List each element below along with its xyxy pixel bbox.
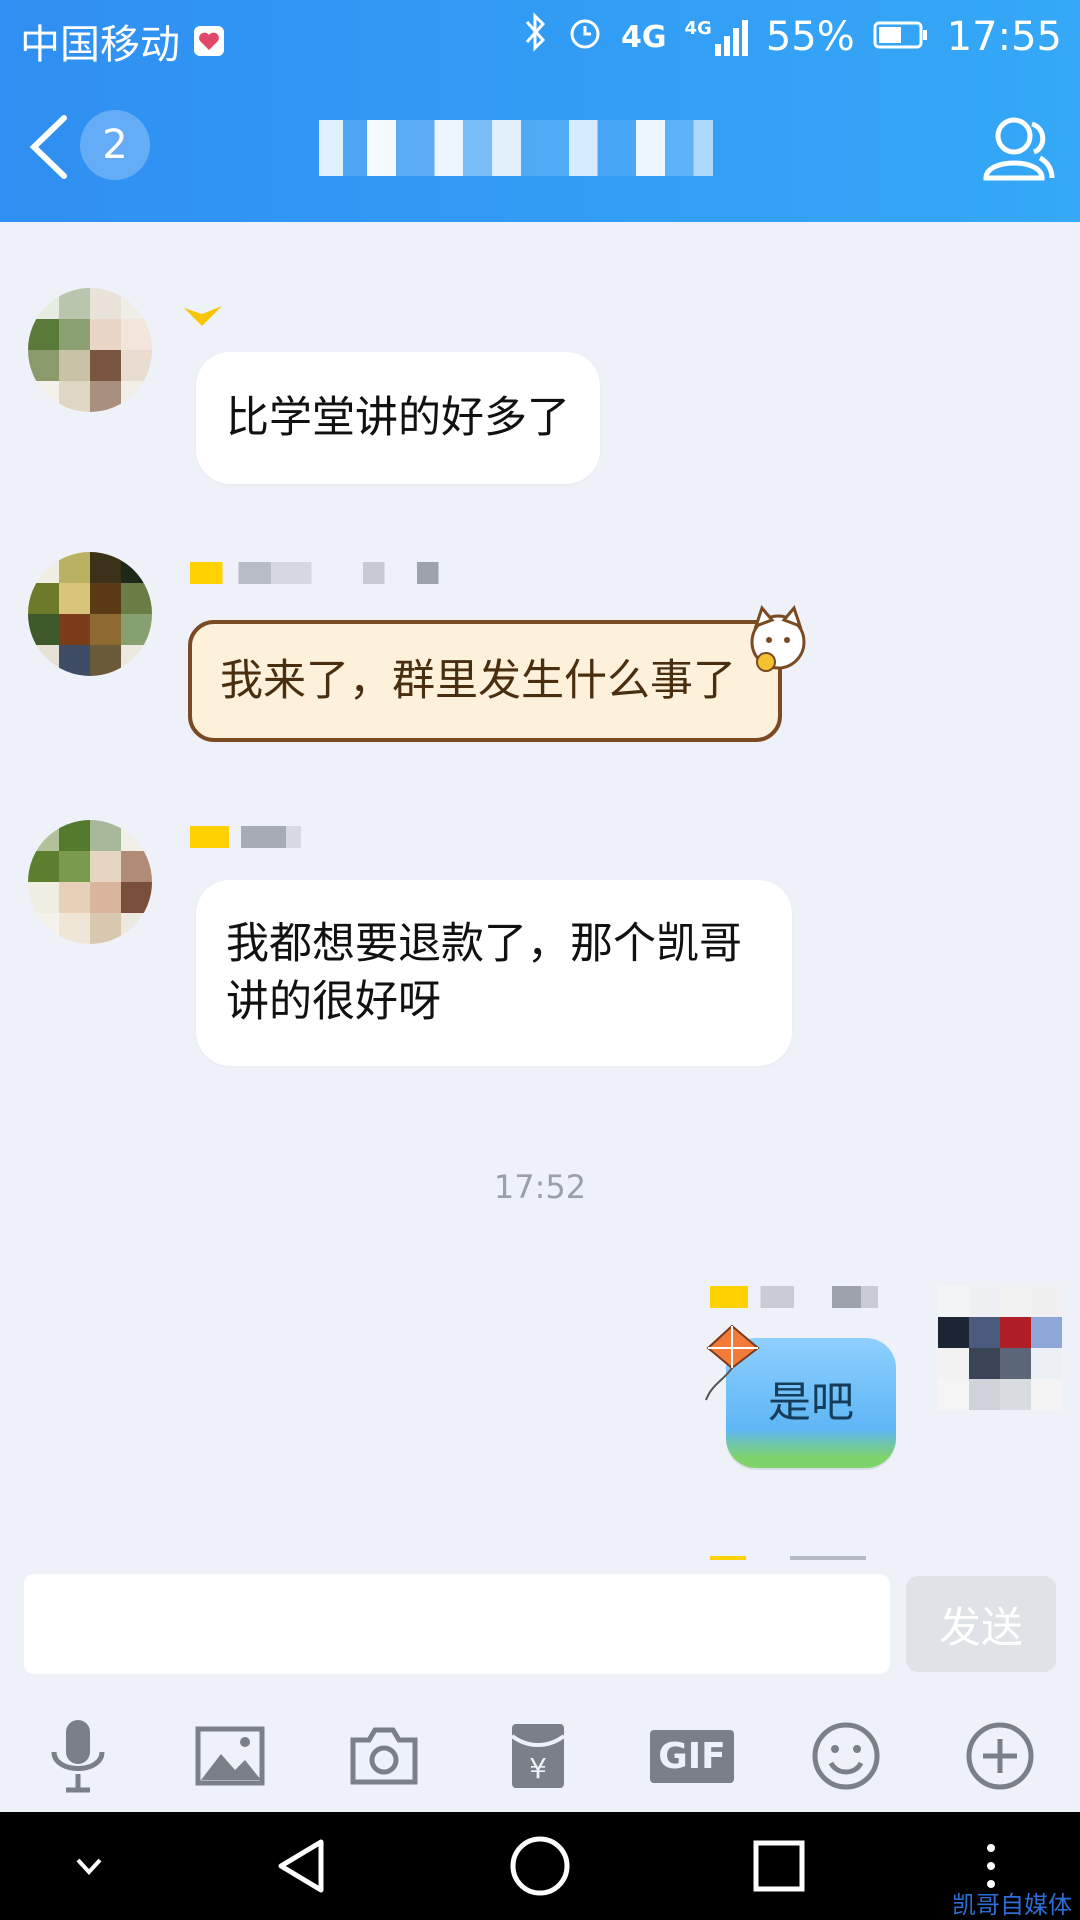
composer-toolbar: ¥ GIF <box>0 1700 1080 1812</box>
group-title-blurred <box>300 120 780 176</box>
back-nav-icon[interactable] <box>266 1836 336 1896</box>
message-text: 我都想要退款了，那个凯哥讲的很好呀 <box>226 919 742 1027</box>
sender-name-blurred <box>190 826 340 848</box>
system-nav-bar: 凯哥自媒体 <box>0 1812 1080 1920</box>
clock: 17:55 <box>946 14 1062 60</box>
home-nav-icon[interactable] <box>505 1836 575 1896</box>
message-bubble[interactable]: 我都想要退款了，那个凯哥讲的很好呀 <box>196 880 792 1066</box>
message-text: 比学堂讲的好多了 <box>226 393 570 443</box>
sender-name-blurred <box>180 300 290 326</box>
message-input[interactable] <box>24 1574 890 1674</box>
send-button[interactable]: 发送 <box>906 1576 1056 1672</box>
svg-text:¥: ¥ <box>529 1752 547 1785</box>
kite-sticker-icon <box>702 1324 762 1419</box>
status-bar: 中国移动 4G 4G 55% 17:55 <box>0 0 1080 72</box>
avatar[interactable] <box>938 1286 1062 1410</box>
chevron-left-icon <box>29 115 67 179</box>
message-text: 我来了，群里发生什么事了 <box>220 656 736 706</box>
gif-icon[interactable]: GIF <box>650 1716 734 1796</box>
avatar[interactable] <box>28 820 152 944</box>
health-app-icon <box>194 26 224 56</box>
image-icon[interactable] <box>190 1716 270 1796</box>
battery-icon <box>873 14 929 60</box>
plus-icon[interactable] <box>960 1716 1040 1796</box>
message-bubble-kite-theme[interactable]: 是吧 <box>705 1324 896 1468</box>
alarm-icon <box>567 14 603 60</box>
sender-name-blurred <box>710 1286 920 1308</box>
watermark: 凯哥自媒体 <box>952 1891 1072 1919</box>
unread-badge[interactable]: 2 <box>80 110 150 180</box>
camera-icon[interactable] <box>344 1716 424 1796</box>
battery-percent: 55% <box>765 14 855 60</box>
emoji-icon[interactable] <box>806 1716 886 1796</box>
network-label-2: 4G <box>684 18 712 39</box>
group-members-icon[interactable] <box>976 108 1056 188</box>
composer: 发送 <box>0 1560 1080 1690</box>
message-text: 是吧 <box>768 1378 854 1428</box>
signal-icon: 4G <box>685 18 748 56</box>
message-bubble[interactable]: 比学堂讲的好多了 <box>196 352 600 484</box>
avatar[interactable] <box>28 288 152 412</box>
sender-name-blurred <box>190 562 460 584</box>
network-label-1: 4G <box>621 19 667 55</box>
microphone-icon[interactable] <box>38 1716 118 1796</box>
gif-label: GIF <box>650 1729 734 1783</box>
hide-keyboard-icon[interactable] <box>54 1836 124 1896</box>
cat-sticker-icon <box>738 600 818 723</box>
avatar[interactable] <box>28 552 152 676</box>
bluetooth-icon <box>523 12 549 62</box>
carrier-label: 中国移动 <box>20 22 180 68</box>
message-bubble-cat-theme[interactable]: 我来了，群里发生什么事了 <box>188 604 806 742</box>
recents-nav-icon[interactable] <box>744 1836 814 1896</box>
chat-header: 2 <box>0 72 1080 222</box>
red-packet-icon[interactable]: ¥ <box>498 1716 578 1796</box>
time-divider: 17:52 <box>493 1168 587 1206</box>
